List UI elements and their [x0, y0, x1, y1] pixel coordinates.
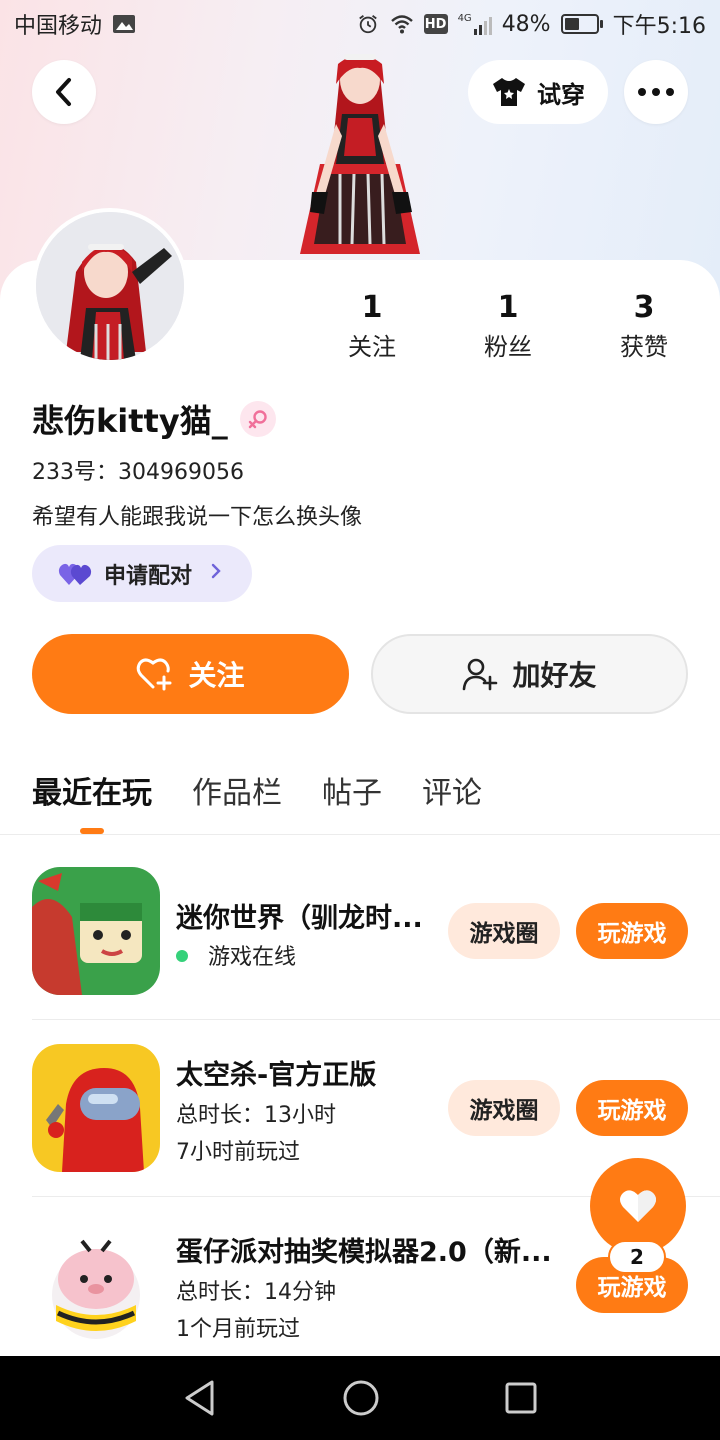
- stat-likes[interactable]: 3 获赞: [584, 288, 704, 364]
- character-figure: [300, 54, 420, 254]
- profile-tabs: 最近在玩 作品栏 帖子 评论: [32, 768, 482, 812]
- play-game-button[interactable]: 玩游戏: [576, 903, 688, 959]
- avatar-image: [36, 212, 184, 360]
- pair-request-button[interactable]: 申请配对: [32, 545, 252, 602]
- clock: 下午5:16: [612, 14, 706, 39]
- try-on-label: 试穿: [537, 80, 585, 109]
- signal-indicator: 4G: [458, 13, 492, 35]
- back-button[interactable]: [32, 60, 96, 124]
- add-friend-button[interactable]: 加好友: [371, 634, 688, 714]
- online-status-dot: [176, 950, 188, 962]
- battery-percent: 48%: [501, 11, 551, 37]
- hd-badge: HD: [423, 14, 448, 34]
- add-user-icon: [463, 658, 498, 691]
- gallery-icon: [113, 15, 136, 33]
- game-last-played: 7小时前玩过: [176, 1140, 300, 1165]
- game-icon-space-kill: [32, 1044, 160, 1172]
- nickname: 悲伤kitty猫_: [32, 402, 228, 440]
- game-circle-button[interactable]: 游戏圈: [448, 1080, 560, 1136]
- list-item-game[interactable]: 迷你世界（驯龙时... 游戏在线 游戏圈 玩游戏: [0, 850, 720, 1026]
- tab-recently-played[interactable]: 最近在玩: [32, 768, 152, 812]
- heart-plus-icon: [137, 658, 172, 691]
- divider: [0, 834, 720, 835]
- follow-button[interactable]: 关注: [32, 634, 349, 714]
- game-title: 太空杀-官方正版: [176, 1060, 377, 1091]
- double-heart-icon: [58, 563, 92, 585]
- game-title: 蛋仔派对抽奖模拟器2.0（新...: [176, 1237, 552, 1268]
- game-circle-button[interactable]: 游戏圈: [448, 903, 560, 959]
- add-friend-label: 加好友: [512, 659, 597, 692]
- network-type: 4G: [457, 13, 472, 24]
- tshirt-icon: [493, 78, 525, 106]
- battery-icon: [560, 14, 603, 34]
- back-arrow-icon: [56, 78, 71, 106]
- home-circle-icon[interactable]: [342, 1379, 380, 1417]
- alarm-icon: [358, 15, 377, 34]
- game-play-time: 总时长：13小时: [176, 1103, 336, 1128]
- more-button[interactable]: [624, 60, 688, 124]
- recents-square-icon[interactable]: [504, 1381, 538, 1415]
- stat-value: 3: [633, 290, 655, 325]
- pair-request-label: 申请配对: [104, 563, 193, 589]
- game-online-text: 游戏在线: [208, 945, 297, 970]
- game-icon-eggy-party: [32, 1221, 160, 1349]
- follow-label: 关注: [188, 659, 245, 692]
- game-play-time: 总时长：14分钟: [176, 1280, 336, 1305]
- battery-fill: [564, 18, 579, 30]
- try-on-button[interactable]: 试穿: [468, 60, 608, 124]
- carrier-name: 中国移动: [14, 14, 103, 39]
- like-count-badge: 2: [608, 1240, 666, 1274]
- stat-followers[interactable]: 1 粉丝: [448, 288, 568, 364]
- divider: [32, 1019, 720, 1020]
- more-dots-icon: [638, 88, 674, 96]
- game-icon-mini-world: [32, 867, 160, 995]
- back-triangle-icon[interactable]: [182, 1379, 218, 1417]
- stat-following[interactable]: 1 关注: [312, 288, 432, 364]
- stat-label: 获赞: [620, 333, 668, 361]
- game-status: 游戏在线: [176, 939, 296, 971]
- stat-value: 1: [361, 290, 383, 325]
- stat-label: 关注: [348, 333, 396, 361]
- wifi-icon: [390, 15, 413, 34]
- game-title: 迷你世界（驯龙时...: [176, 903, 423, 934]
- play-game-button[interactable]: 玩游戏: [576, 1080, 688, 1136]
- game-last-played: 1个月前玩过: [176, 1317, 300, 1342]
- nickname-row: 悲伤kitty猫_: [32, 396, 276, 442]
- heart-icon: [620, 1190, 656, 1222]
- female-icon: [239, 401, 276, 437]
- tab-posts[interactable]: 帖子: [322, 768, 382, 812]
- system-navigation-bar: [0, 1356, 720, 1440]
- avatar[interactable]: [32, 208, 188, 364]
- bio: 希望有人能跟我说一下怎么换头像: [32, 505, 363, 530]
- chevron-right-icon: [210, 561, 222, 586]
- stat-value: 1: [497, 290, 519, 325]
- status-bar: 中国移动 HD 4G 48% 下午5:16: [0, 0, 720, 48]
- stat-label: 粉丝: [484, 333, 532, 361]
- user-id: 233号：304969056: [32, 460, 244, 485]
- tab-comments[interactable]: 评论: [422, 768, 482, 812]
- tab-works[interactable]: 作品栏: [192, 768, 282, 812]
